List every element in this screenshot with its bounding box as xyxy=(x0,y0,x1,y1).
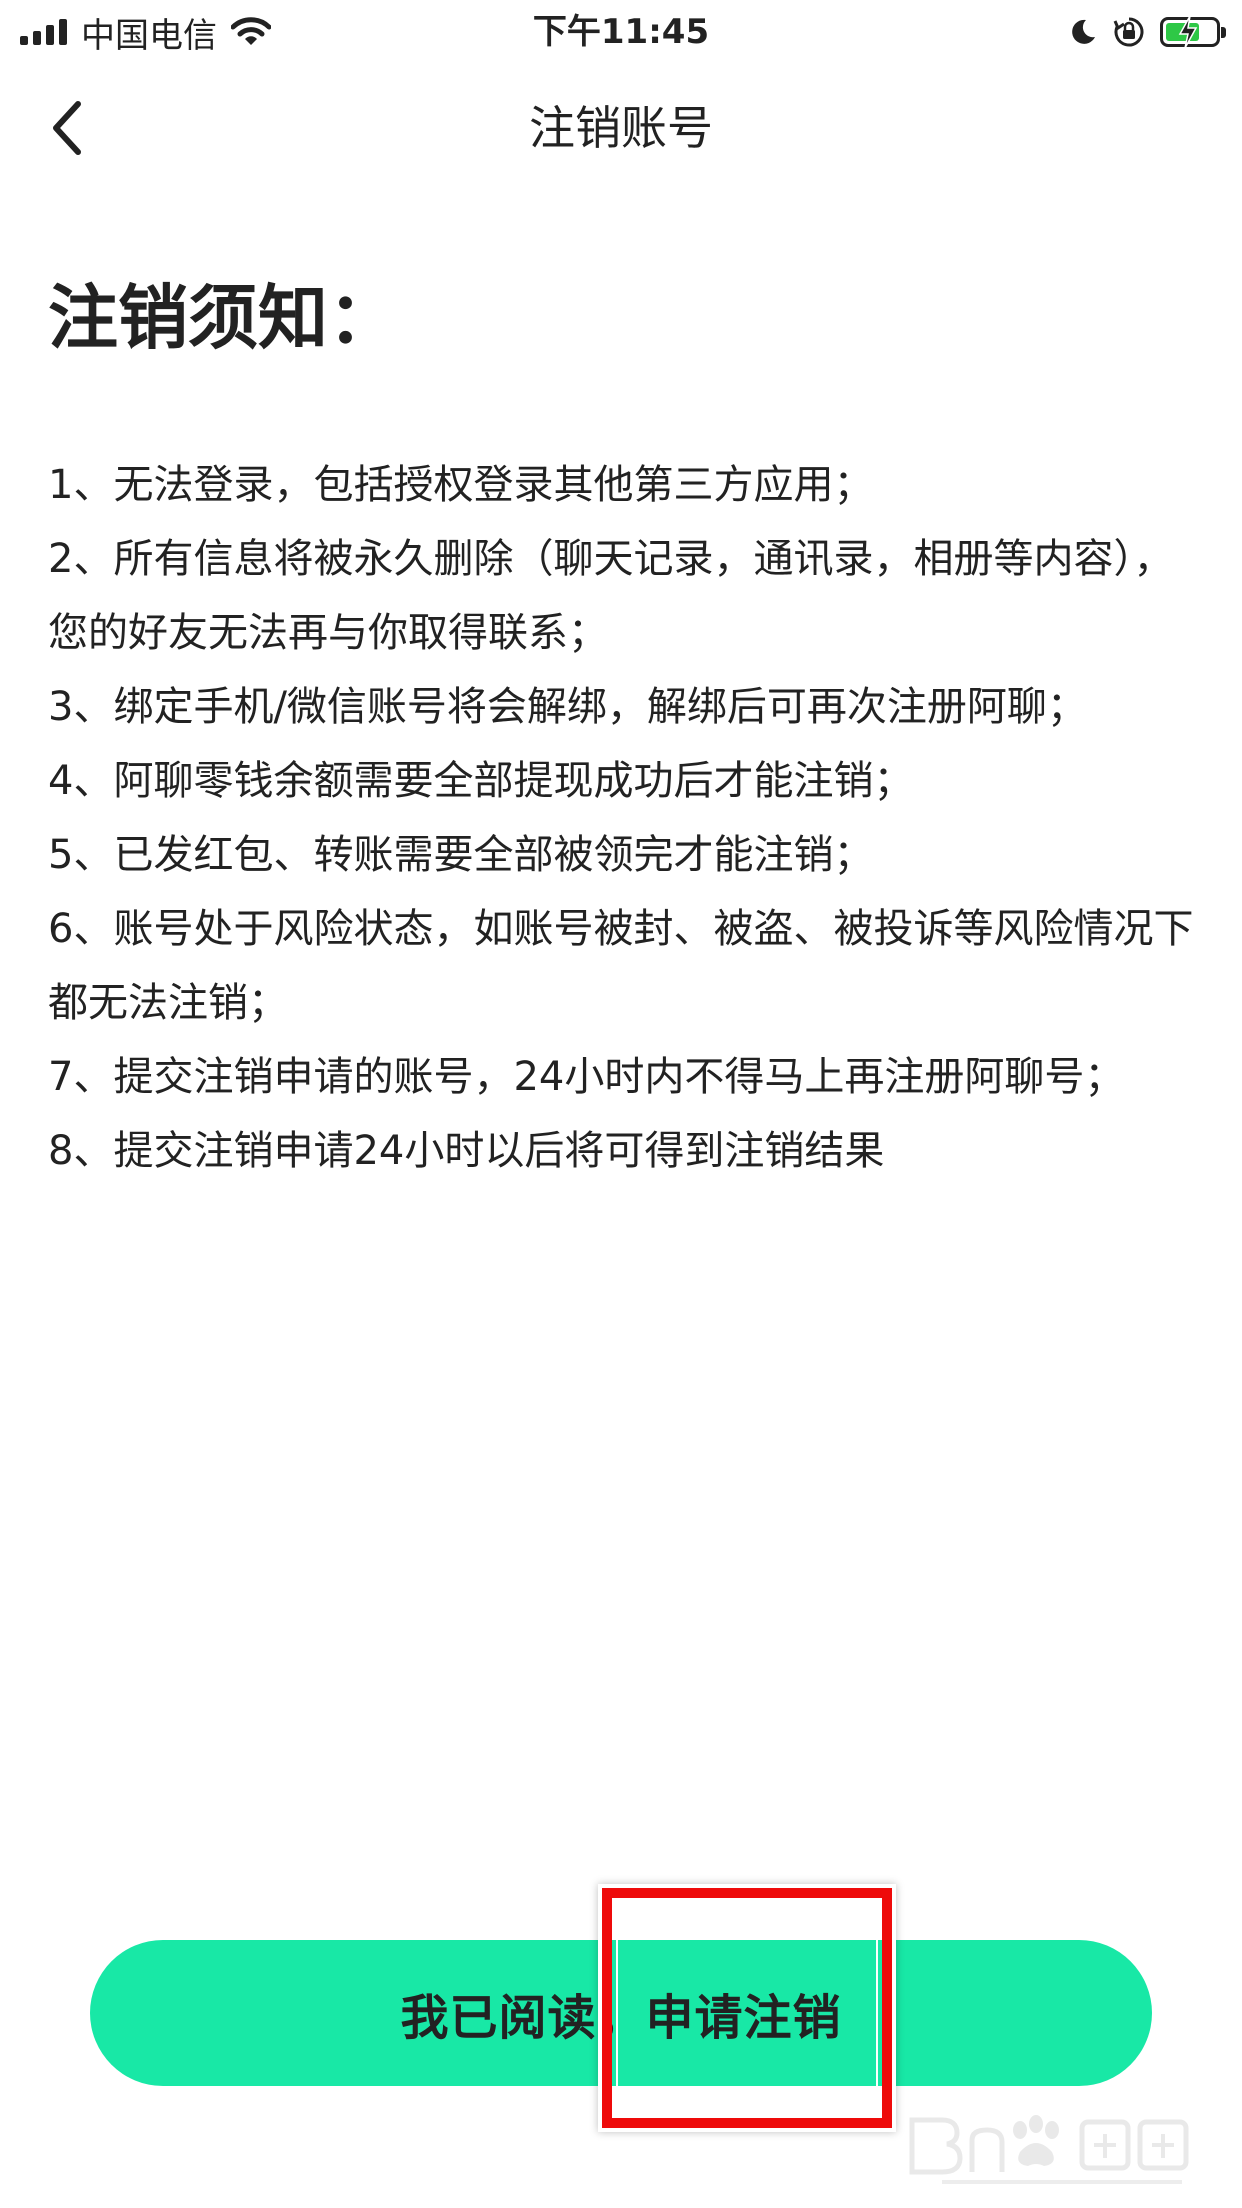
baidu-jingyan-watermark xyxy=(909,2115,1189,2184)
moon-icon xyxy=(1072,19,1095,44)
status-time: 下午11:45 xyxy=(532,12,710,52)
battery-charging-icon xyxy=(1160,16,1226,48)
list-item: 5、已发红包、转账需要全部被领完才能注销； xyxy=(48,832,874,878)
status-right xyxy=(1068,10,1226,54)
chevron-left-icon xyxy=(53,101,81,155)
notice-heading: 注销须知： xyxy=(48,277,398,359)
list-item: 8、提交注销申请24小时以后将可得到注销结果 xyxy=(48,1128,885,1174)
list-item: 1、无法登录，包括授权登录其他第三方应用； xyxy=(48,462,874,508)
list-item: 2、所有信息将被永久删除（聊天记录，通讯录，相册等内容），您的好友无法再与你取得… xyxy=(48,536,1174,656)
list-item: 3、绑定手机/微信账号将会解绑，解绑后可再次注册阿聊； xyxy=(48,684,1087,730)
list-item: 4、阿聊零钱余额需要全部提现成功后才能注销； xyxy=(48,758,914,804)
status-bar: 中国电信 下午11:45 xyxy=(0,0,1242,64)
list-item: 6、账号处于风险状态，如账号被封、被盗、被投诉等风险情况下都无法注销； xyxy=(48,906,1194,1026)
back-button[interactable] xyxy=(30,92,102,164)
notice-list: 1、无法登录，包括授权登录其他第三方应用； 2、所有信息将被永久删除（聊天记录，… xyxy=(48,448,1198,1188)
page-title: 注销账号 xyxy=(529,101,713,155)
orientation-lock-icon xyxy=(1113,17,1144,47)
nav-bar: 注销账号 xyxy=(0,64,1242,192)
list-item: 7、提交注销申请的账号，24小时内不得马上再注册阿聊号； xyxy=(48,1054,1125,1100)
highlight-annotation-box xyxy=(602,1888,892,2128)
